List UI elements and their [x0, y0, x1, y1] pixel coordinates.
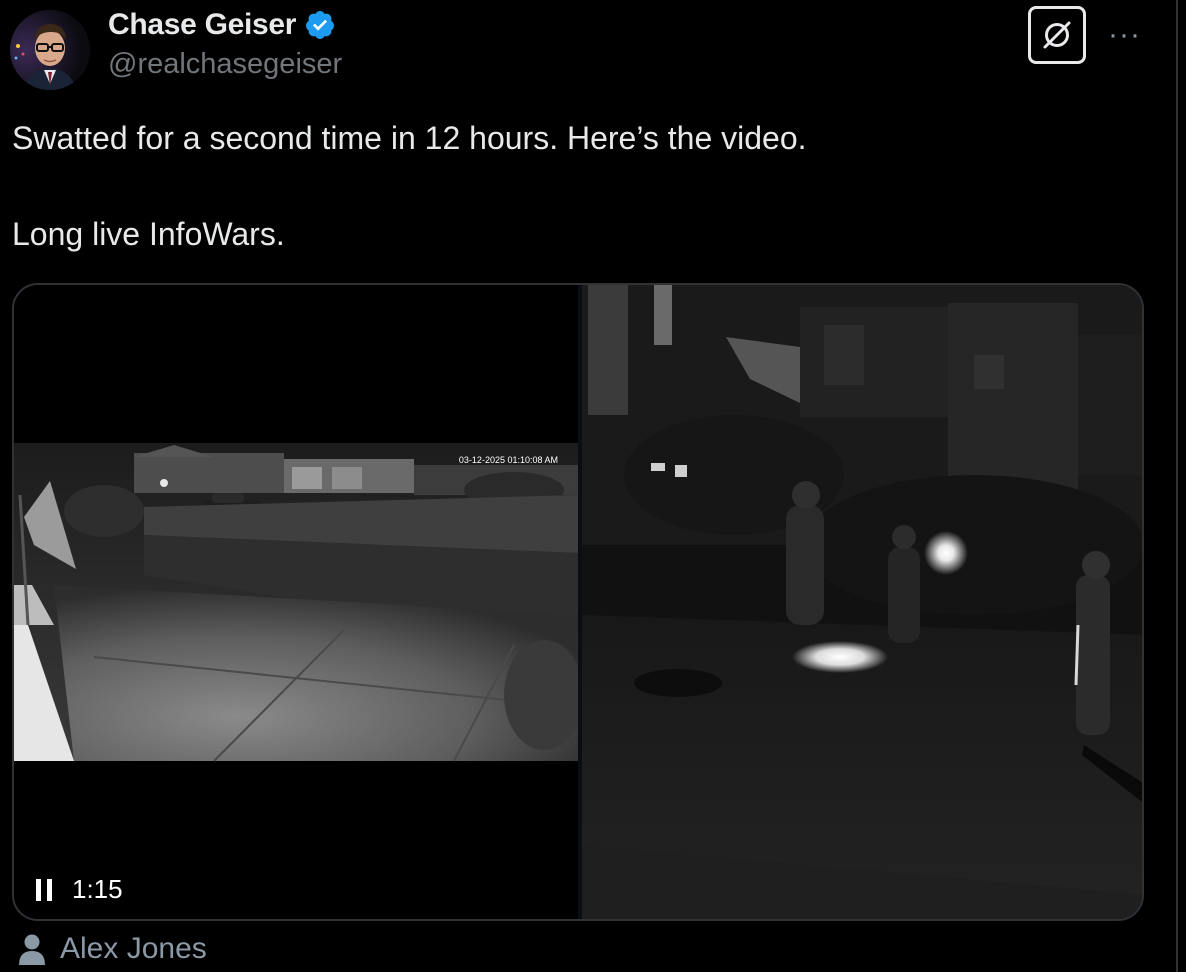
- tweet-line: Swatted for a second time in 12 hours. H…: [12, 120, 807, 156]
- more-options-button[interactable]: ···: [1108, 20, 1141, 50]
- grok-icon: [1043, 21, 1071, 49]
- author-handle[interactable]: @realchasegeiser: [108, 48, 342, 81]
- verified-badge-icon: [306, 11, 335, 39]
- person-icon: [19, 934, 45, 965]
- media-credit[interactable]: Alex Jones: [18, 932, 207, 966]
- author-display-name[interactable]: Chase Geiser: [108, 8, 296, 42]
- video-controls[interactable]: 1:15: [36, 874, 123, 905]
- video-elapsed-time: 1:15: [72, 874, 123, 904]
- avatar-photo: [10, 10, 90, 90]
- grok-button[interactable]: [1028, 6, 1086, 64]
- doorbell-camera-view: 03-12-2025 01:10:08 AM: [14, 443, 584, 762]
- video-player[interactable]: 03-12-2025 01:10:08 AM: [12, 283, 1144, 921]
- video-frame[interactable]: 03-12-2025 01:10:08 AM: [14, 285, 1144, 921]
- author-name-row[interactable]: Chase Geiser: [108, 8, 336, 42]
- camera-timestamp: 03-12-2025 01:10:08 AM: [459, 455, 558, 465]
- pause-icon[interactable]: [36, 878, 52, 901]
- street-camera-view: [582, 285, 1142, 919]
- tweet-line: Long live InfoWars.: [12, 216, 285, 252]
- avatar[interactable]: [10, 10, 90, 90]
- timeline-divider: [1176, 0, 1178, 972]
- media-credit-name[interactable]: Alex Jones: [60, 932, 207, 966]
- tweet-text: Swatted for a second time in 12 hours. H…: [12, 114, 1112, 258]
